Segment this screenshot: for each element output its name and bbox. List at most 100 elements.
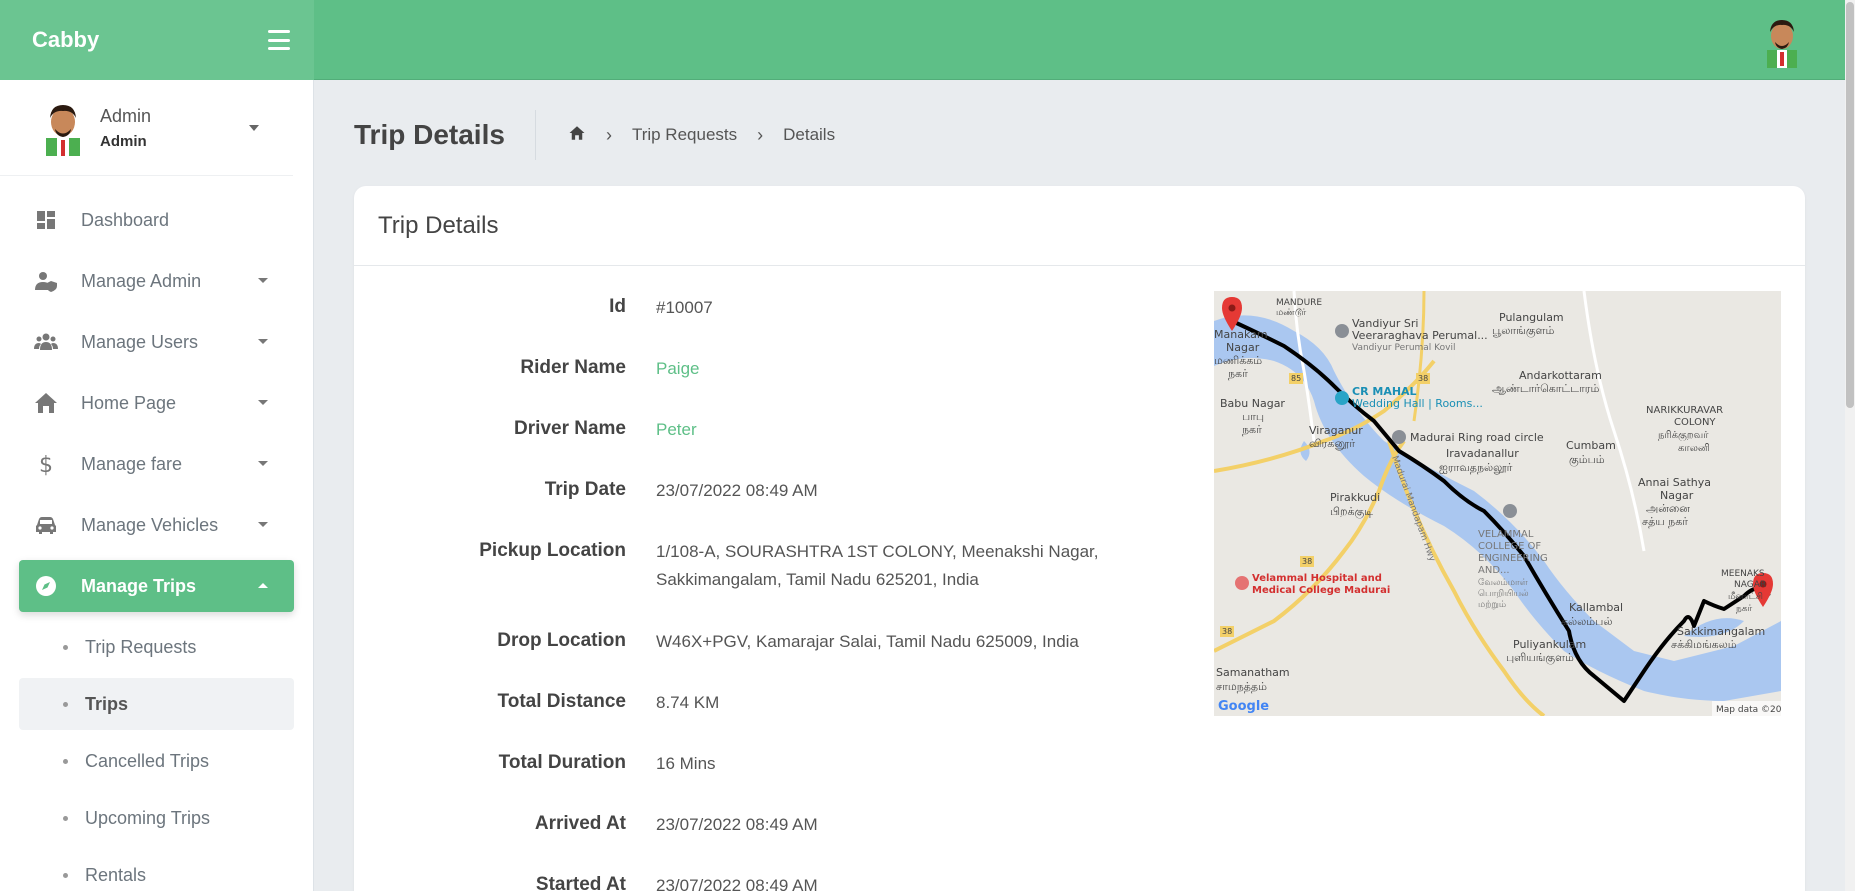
detail-label: Trip Date: [544, 479, 626, 500]
card-title: Trip Details: [354, 186, 1805, 266]
svg-text:நரிக்குறவர்: நரிக்குறவர்: [1658, 430, 1709, 442]
svg-text:38: 38: [1302, 557, 1312, 566]
svg-text:Andarkottaram: Andarkottaram: [1519, 369, 1602, 382]
detail-label: Pickup Location: [479, 540, 626, 561]
sidebar-item-dashboard[interactable]: Dashboard: [19, 194, 294, 246]
sidebar-item-label: Dashboard: [81, 209, 170, 230]
detail-label: Drop Location: [497, 630, 626, 651]
page-header: Trip Details › Trip Requests › Details: [354, 110, 835, 160]
detail-value: 23/07/2022 08:49 AM: [656, 815, 818, 834]
profile-role: Admin: [100, 132, 147, 150]
svg-text:நகர்: நகர்: [1736, 604, 1753, 614]
detail-row-trip-date: Trip Date 23/07/2022 08:49 AM: [354, 469, 1154, 530]
svg-text:COLLEGE OF: COLLEGE OF: [1478, 541, 1541, 552]
svg-text:சாமநத்தம்: சாமநத்தம்: [1216, 680, 1267, 693]
driver-name-link[interactable]: Peter: [656, 408, 1136, 444]
svg-text:விரகனூர்: விரகனூர்: [1309, 437, 1355, 450]
svg-text:பொறியியல்: பொறியியல்: [1478, 589, 1529, 599]
menu-toggle-icon[interactable]: [268, 30, 290, 50]
detail-value: 23/07/2022 08:49 AM: [656, 876, 818, 891]
home-icon[interactable]: [568, 124, 586, 147]
svg-text:38: 38: [1418, 374, 1428, 383]
svg-text:ENGINEERING: ENGINEERING: [1478, 553, 1548, 564]
svg-text:Iravadanallur: Iravadanallur: [1446, 447, 1519, 460]
svg-text:மற்றும்: மற்றும்: [1478, 600, 1506, 610]
detail-label: Total Distance: [497, 691, 626, 712]
submenu-item-rentals[interactable]: Rentals: [19, 849, 294, 891]
sidebar-item-manage-admin[interactable]: Manage Admin: [19, 255, 294, 307]
svg-text:ஐராவதநல்லூர்: ஐராவதநல்லூர்: [1439, 461, 1513, 474]
compass-icon: [33, 573, 59, 599]
svg-text:VELAMMAL: VELAMMAL: [1478, 529, 1534, 540]
profile-block[interactable]: Admin Admin: [0, 80, 293, 176]
detail-label: Arrived At: [534, 813, 626, 834]
svg-text:காலனி: காலனி: [1678, 443, 1710, 454]
trip-details-card: Trip Details Id #10007 Rider Name Paige …: [354, 186, 1805, 891]
svg-text:Babu Nagar: Babu Nagar: [1220, 397, 1285, 410]
brand-area: Cabby: [0, 0, 314, 80]
submenu-item-upcoming-trips[interactable]: Upcoming Trips: [19, 792, 294, 844]
sidebar-item-home-page[interactable]: Home Page: [19, 377, 294, 429]
svg-text:புளியங்குளம்: புளியங்குளம்: [1506, 651, 1574, 666]
svg-text:கல்லம்பல்: கல்லம்பல்: [1561, 615, 1612, 628]
svg-text:Velammal Hospital and: Velammal Hospital and: [1252, 573, 1382, 584]
sidebar-item-manage-trips[interactable]: Manage Trips: [19, 560, 294, 612]
trip-route-map[interactable]: MANDURE மண்டூர் Manakam Nagar மணிக்கம் ந…: [1214, 291, 1781, 716]
svg-text:ஆண்டார்கொட்டாரம்: ஆண்டார்கொட்டாரம்: [1492, 382, 1599, 395]
detail-label: Total Duration: [498, 752, 626, 773]
svg-text:Madurai Ring road circle: Madurai Ring road circle: [1410, 431, 1544, 444]
sidebar-item-manage-users[interactable]: Manage Users: [19, 316, 294, 368]
svg-text:வேலம்மாள்: வேலம்மாள்: [1478, 578, 1529, 588]
detail-label: Driver Name: [514, 418, 626, 439]
detail-value: 23/07/2022 08:49 AM: [656, 481, 818, 500]
chevron-down-icon: [258, 400, 268, 405]
svg-text:மீனாட்சி: மீனாட்சி: [1728, 592, 1763, 602]
breadcrumb-details: Details: [783, 125, 836, 144]
chevron-down-icon: [258, 339, 268, 344]
brand-name[interactable]: Cabby: [32, 27, 99, 53]
detail-label: Rider Name: [520, 357, 626, 378]
page-scrollbar[interactable]: [1845, 0, 1855, 891]
detail-label: Id: [609, 296, 626, 317]
chevron-right-icon: ›: [757, 124, 764, 145]
car-icon: [33, 512, 59, 538]
svg-text:MEENAKS: MEENAKS: [1721, 569, 1765, 579]
svg-text:COLONY: COLONY: [1674, 417, 1716, 428]
svg-text:Pirakkudi: Pirakkudi: [1330, 491, 1380, 504]
rider-name-link[interactable]: Paige: [656, 347, 1136, 383]
chevron-down-icon: [258, 461, 268, 466]
chevron-up-icon: [258, 583, 268, 588]
detail-row-total-duration: Total Duration 16 Mins: [354, 742, 1154, 803]
svg-text:நகர்: நகர்: [1242, 423, 1262, 436]
detail-label: Started At: [535, 874, 626, 891]
sidebar-item-manage-vehicles[interactable]: Manage Vehicles: [19, 499, 294, 551]
submenu-item-cancelled-trips[interactable]: Cancelled Trips: [19, 735, 294, 787]
submenu-item-trip-requests[interactable]: Trip Requests: [19, 621, 294, 673]
detail-row-drop-location: Drop Location W46X+PGV, Kamarajar Salai,…: [354, 620, 1154, 681]
svg-text:Nagar: Nagar: [1226, 341, 1260, 354]
top-navbar: Cabby: [0, 0, 1845, 80]
user-avatar[interactable]: [1757, 14, 1807, 68]
breadcrumb-trip-requests[interactable]: Trip Requests: [632, 125, 737, 145]
svg-text:NARIKKURAVAR: NARIKKURAVAR: [1646, 405, 1723, 416]
sidebar-menu: Dashboard Manage Admin Manage Users Home…: [0, 176, 313, 891]
svg-text:Sakkimangalam: Sakkimangalam: [1677, 625, 1765, 638]
sidebar-item-manage-fare[interactable]: $ Manage fare: [19, 438, 294, 490]
profile-dropdown-icon[interactable]: [249, 124, 259, 131]
chevron-right-icon: ›: [605, 124, 612, 145]
submenu-item-trips[interactable]: Trips: [19, 678, 294, 730]
detail-row-driver-name: Driver Name Peter: [354, 408, 1154, 469]
detail-row-id: Id #10007: [354, 286, 1154, 347]
svg-text:பாபு: பாபு: [1242, 410, 1264, 423]
scrollbar-thumb[interactable]: [1846, 2, 1854, 408]
sidebar-item-label: Home Page: [81, 392, 177, 413]
sidebar-item-label: Manage Vehicles: [81, 514, 219, 535]
svg-text:Viraganur: Viraganur: [1309, 424, 1363, 437]
svg-text:சக்கிமங்கலம்: சக்கிமங்கலம்: [1671, 638, 1737, 651]
google-logo: Google: [1218, 699, 1269, 714]
detail-row-arrived-at: Arrived At 23/07/2022 08:49 AM: [354, 803, 1154, 864]
users-icon: [33, 329, 59, 355]
dollar-icon: $: [33, 451, 59, 477]
trips-submenu: Trip Requests Trips Cancelled Trips Upco…: [19, 621, 294, 891]
svg-text:NAGAR: NAGAR: [1734, 580, 1766, 590]
